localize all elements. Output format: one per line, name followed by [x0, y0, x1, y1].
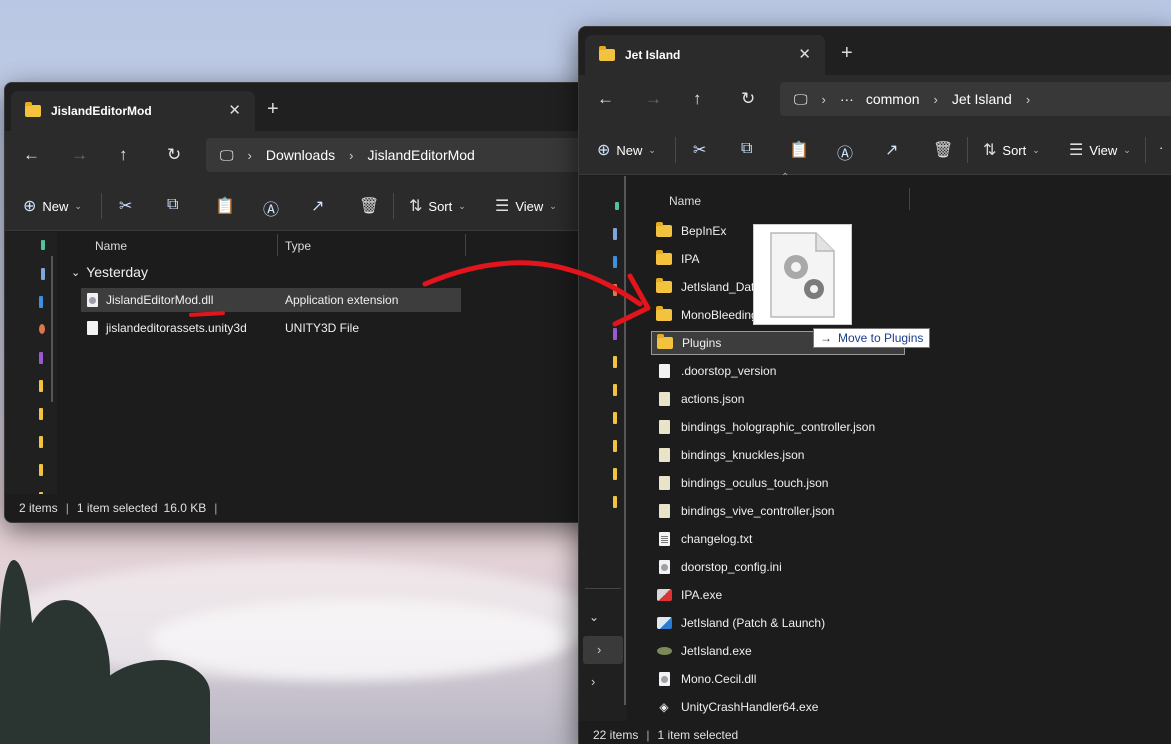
red-arrow-annotation	[422, 260, 651, 327]
arrow-stroke	[422, 260, 643, 307]
